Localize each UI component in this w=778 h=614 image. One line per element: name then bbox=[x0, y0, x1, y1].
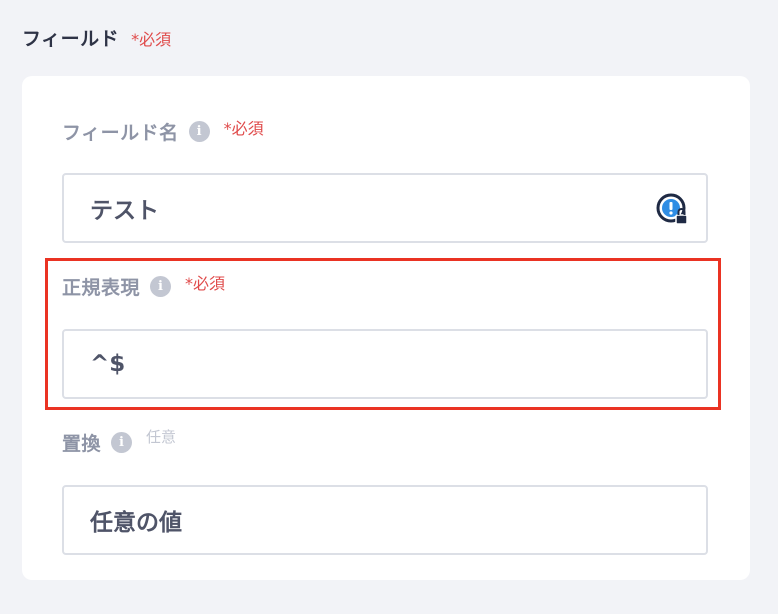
highlight-box bbox=[45, 258, 721, 410]
info-icon[interactable]: i bbox=[111, 431, 133, 453]
field-name-label-row: フィールド名 i *必須 bbox=[62, 117, 264, 145]
section-required-badge: *必須 bbox=[131, 30, 172, 49]
password-lock-icon[interactable] bbox=[656, 193, 690, 227]
replace-label: 置換 bbox=[62, 432, 102, 455]
replace-label-row: 置換 i 任意 bbox=[62, 428, 176, 456]
field-name-required-badge: *必須 bbox=[223, 119, 264, 138]
section-title: フィールド bbox=[22, 28, 120, 50]
field-name-input-value: テスト bbox=[90, 198, 159, 224]
field-name-input[interactable]: テスト bbox=[62, 173, 708, 243]
section-header: フィールド *必須 bbox=[22, 24, 171, 50]
field-name-label: フィールド名 bbox=[62, 121, 179, 144]
replace-input[interactable]: 任意の値 bbox=[62, 485, 708, 555]
replace-input-value: 任意の値 bbox=[90, 510, 182, 536]
replace-optional-badge: 任意 bbox=[146, 428, 177, 446]
info-icon[interactable]: i bbox=[188, 120, 210, 142]
